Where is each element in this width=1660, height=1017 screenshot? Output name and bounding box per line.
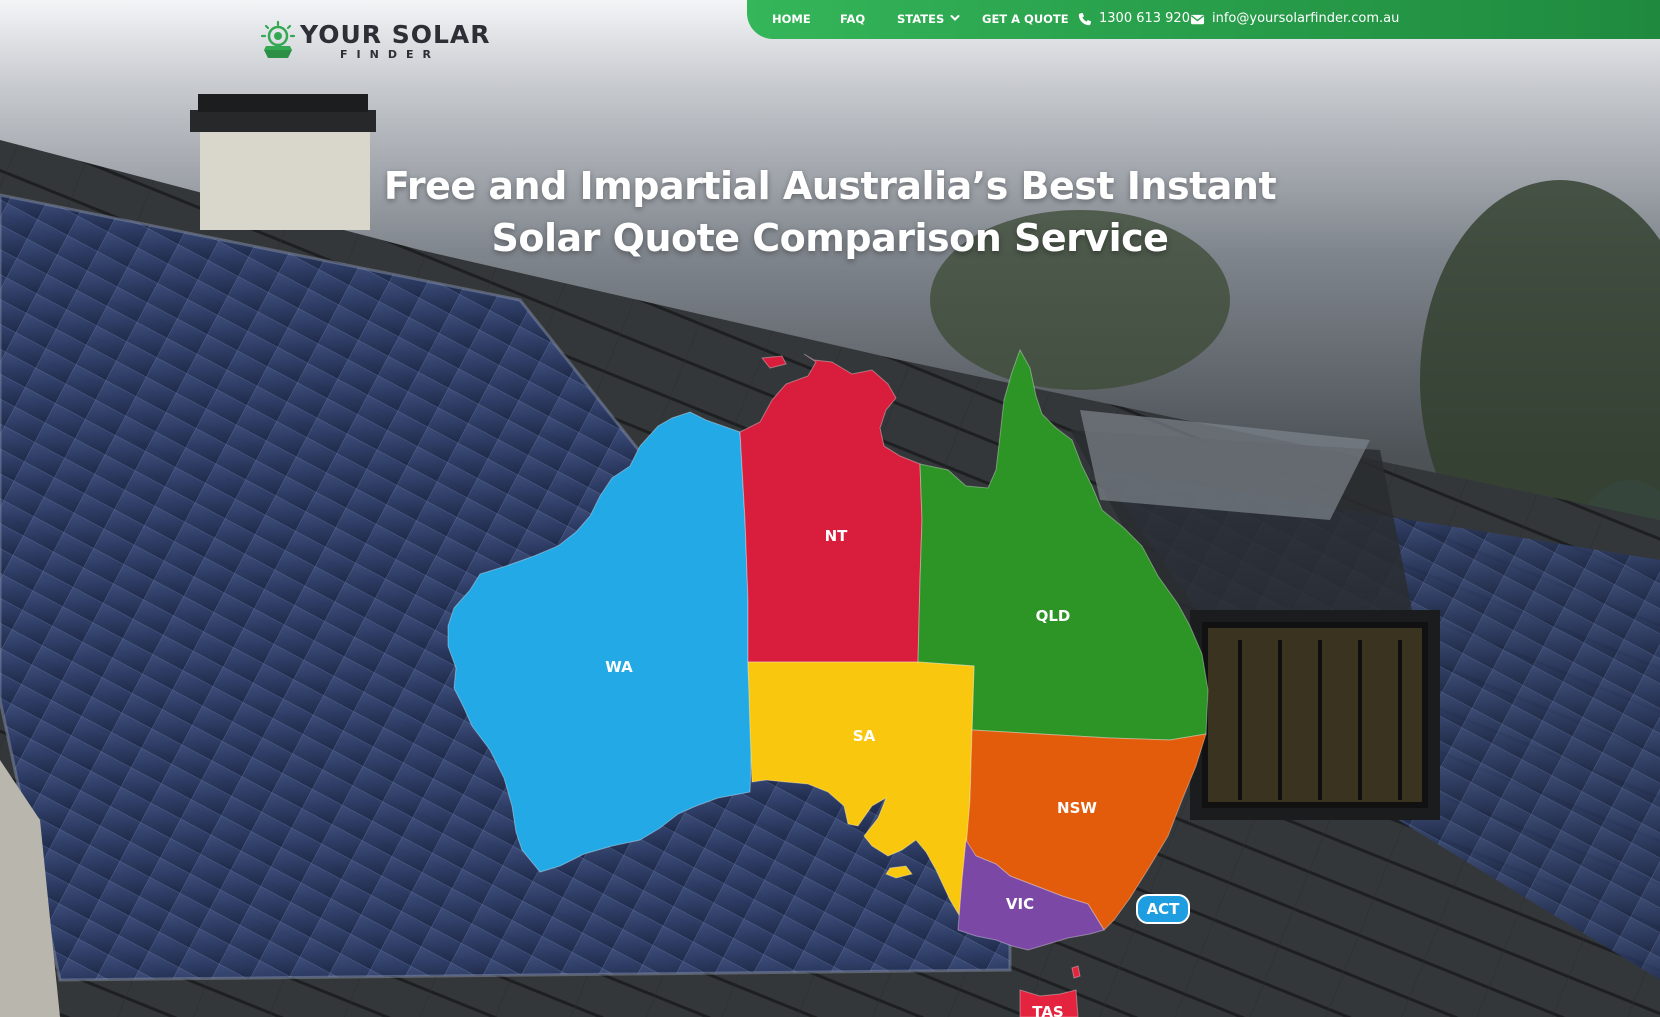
map-region-sa[interactable]	[747, 661, 975, 922]
map-region-nt[interactable]	[739, 353, 923, 663]
hero-section: YOUR SOLAR FINDER HOME FAQ STATES GET A …	[0, 0, 1660, 1017]
map-region-sa-island[interactable]	[885, 865, 913, 879]
australia-states-map: WA NT QLD SA NSW VIC TAS	[447, 348, 1209, 1017]
map-region-nt-island[interactable]	[761, 355, 787, 369]
map-region-tas[interactable]	[1019, 989, 1079, 1017]
map-region-wa[interactable]	[447, 411, 753, 873]
map-region-tas-island[interactable]	[1071, 965, 1081, 979]
map-region-act-badge[interactable]: ACT	[1136, 894, 1190, 924]
